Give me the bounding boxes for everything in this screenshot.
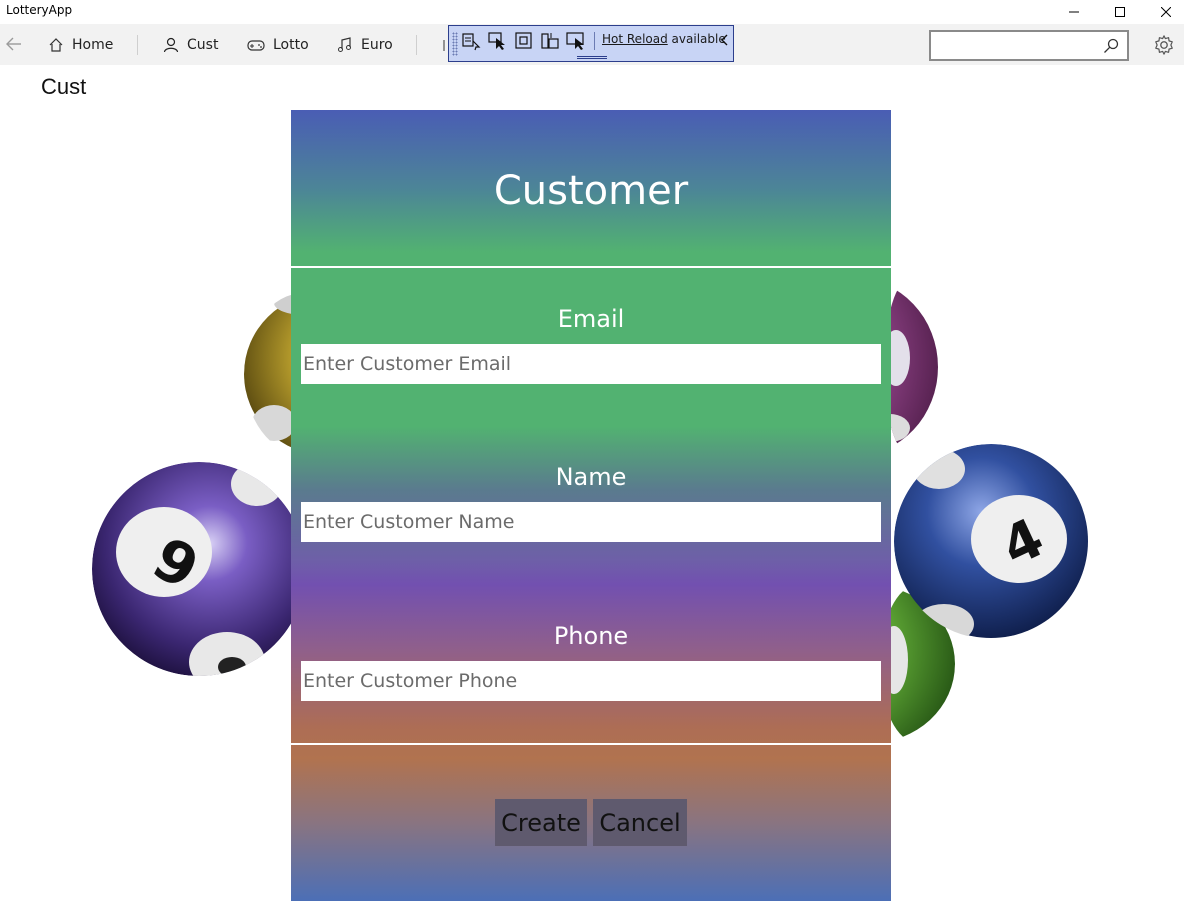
- active-indicator: [577, 56, 607, 59]
- nav-item-label: Euro: [361, 36, 393, 53]
- nav-item-cust[interactable]: Cust: [163, 24, 218, 65]
- app-title: LotteryApp: [6, 3, 73, 17]
- minimize-button[interactable]: [1051, 0, 1097, 24]
- minimize-icon: [1069, 11, 1079, 13]
- hot-reload-toolbar: Hot Reload available: [448, 25, 734, 62]
- toolbar-separator: [594, 32, 595, 50]
- live-visual-tree-icon[interactable]: [461, 31, 483, 51]
- binding-failures-icon[interactable]: [565, 31, 587, 51]
- name-field[interactable]: [301, 502, 881, 542]
- maximize-button[interactable]: [1097, 0, 1143, 24]
- select-element-icon[interactable]: [487, 31, 509, 51]
- magenta-lottery-ball-image: [884, 283, 938, 451]
- display-layout-adorners-icon[interactable]: [513, 31, 535, 51]
- nav-item-lotto[interactable]: Lotto: [247, 24, 309, 65]
- nav-separator: [137, 35, 138, 55]
- search-icon[interactable]: [1103, 38, 1119, 54]
- purple-lottery-ball-9-image: 9: [92, 462, 306, 676]
- track-focused-element-icon[interactable]: [539, 31, 561, 51]
- cancel-button[interactable]: Cancel: [593, 799, 687, 846]
- drag-grip[interactable]: [452, 32, 458, 56]
- nav-item-home[interactable]: Home: [48, 24, 113, 65]
- header-divider: [291, 266, 891, 268]
- phone-field[interactable]: [301, 661, 881, 701]
- customer-form-card: Customer Email Name Phone Create Cancel: [291, 110, 891, 901]
- music-note-icon: [338, 36, 351, 52]
- email-field[interactable]: [301, 344, 881, 384]
- footer-divider: [291, 743, 891, 745]
- search-input[interactable]: [929, 30, 1129, 61]
- nav-item-label: Lotto: [273, 36, 309, 53]
- hot-reload-link[interactable]: Hot Reload: [602, 32, 668, 46]
- phone-label: Phone: [553, 622, 629, 650]
- form-title: Customer: [493, 168, 689, 214]
- maximize-icon: [1115, 7, 1125, 17]
- title-bar: LotteryApp: [0, 0, 1184, 24]
- nav-item-euro[interactable]: Euro: [337, 24, 393, 65]
- hot-reload-status: Hot Reload available: [602, 32, 726, 46]
- back-button[interactable]: [2, 32, 26, 56]
- nav-item-label: Cust: [187, 36, 219, 53]
- nav-separator: [416, 35, 417, 55]
- collapse-chevron-icon[interactable]: [720, 33, 730, 47]
- blue-lottery-ball-4-image: 4: [894, 444, 1088, 639]
- home-icon: [49, 37, 63, 52]
- settings-gear-icon[interactable]: [1153, 34, 1175, 56]
- create-button[interactable]: Create: [495, 799, 587, 846]
- back-arrow-icon: [6, 37, 21, 51]
- close-button[interactable]: [1143, 0, 1184, 24]
- nav-item-label: Home: [72, 36, 114, 53]
- email-label: Email: [557, 305, 625, 333]
- person-icon: [163, 37, 179, 52]
- name-label: Name: [555, 463, 627, 491]
- hot-reload-status-text: available: [671, 32, 726, 46]
- page-title: Cust: [41, 74, 87, 99]
- gamepad-icon: [247, 39, 265, 51]
- close-icon: [1161, 7, 1171, 17]
